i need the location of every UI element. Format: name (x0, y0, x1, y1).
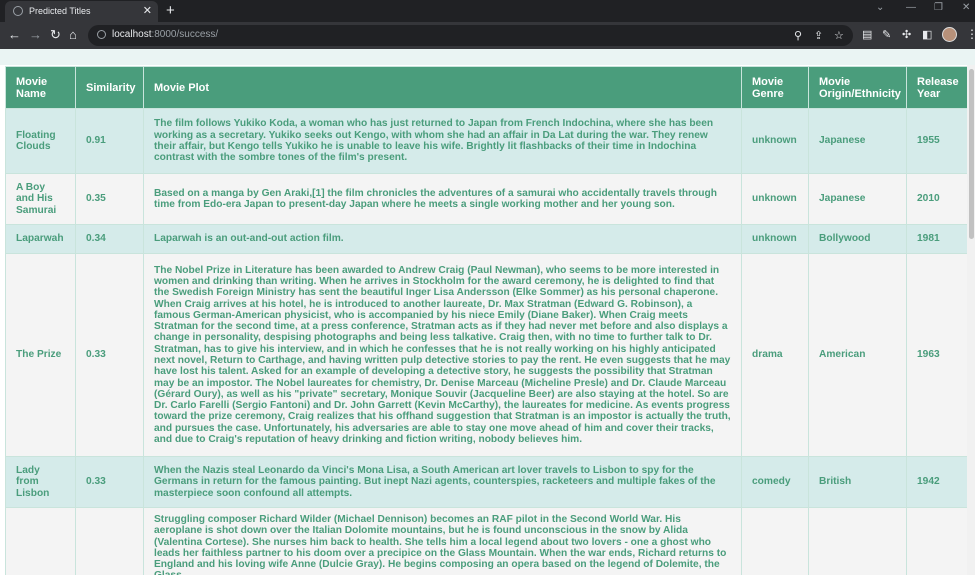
cell-movie-plot: Based on a manga by Gen Araki,[1] the fi… (143, 173, 742, 225)
page-content: Movie Name Similarity Movie Plot Movie G… (0, 49, 975, 575)
cell-release-year: 1963 (906, 253, 968, 457)
side-panel-icon[interactable]: ◧ (922, 28, 932, 41)
cell-movie-name (5, 507, 76, 575)
zoom-icon[interactable]: ⚲ (794, 29, 802, 42)
table-row: A Boy and His Samurai 0.35 Based on a ma… (5, 173, 968, 225)
cell-release-year: 1955 (906, 108, 968, 174)
extensions-puzzle-icon[interactable]: ✣ (902, 28, 911, 41)
share-icon[interactable]: ⇪ (814, 29, 823, 42)
tab-title: Predicted Titles (29, 6, 91, 16)
bookmark-star-icon[interactable]: ☆ (834, 29, 844, 42)
cell-similarity: 0.34 (75, 224, 144, 254)
site-info-icon[interactable] (97, 30, 106, 39)
browser-tab-bar: Predicted Titles ✕ + ⌄ — ❐ ✕ (0, 0, 975, 22)
chevron-down-icon[interactable]: ⌄ (876, 2, 884, 13)
cell-movie-genre: unknown (741, 108, 809, 174)
cell-release-year: 1981 (906, 224, 968, 254)
browser-toolbar: ← → ↻ ⌂ localhost:8000/success/ ⚲ ⇪ ☆ ▤ … (0, 22, 975, 49)
cell-movie-name: A Boy and His Samurai (5, 173, 76, 225)
table-row: Floating Clouds 0.91 The film follows Yu… (5, 108, 968, 174)
cell-movie-genre (741, 507, 809, 575)
cell-movie-origin (808, 507, 907, 575)
cell-release-year: 2010 (906, 173, 968, 225)
minimize-icon[interactable]: — (906, 2, 916, 13)
header-movie-plot: Movie Plot (143, 66, 742, 109)
cell-movie-genre: drama (741, 253, 809, 457)
page-scrollbar-thumb[interactable] (969, 69, 974, 239)
cell-movie-origin: American (808, 253, 907, 457)
reload-icon[interactable]: ↻ (50, 27, 61, 43)
reading-list-icon[interactable]: ▤ (862, 28, 872, 41)
cell-movie-plot: The film follows Yukiko Koda, a woman wh… (143, 108, 742, 174)
cell-movie-name: Laparwah (5, 224, 76, 254)
cell-movie-origin: Japanese (808, 173, 907, 225)
table-row: Lady from Lisbon 0.33 When the Nazis ste… (5, 456, 968, 508)
predicted-titles-table: Movie Name Similarity Movie Plot Movie G… (5, 66, 968, 575)
header-movie-name: Movie Name (5, 66, 76, 109)
cell-release-year (906, 507, 968, 575)
cell-release-year: 1942 (906, 456, 968, 508)
header-similarity: Similarity (75, 66, 144, 109)
cell-similarity: 0.91 (75, 108, 144, 174)
home-icon[interactable]: ⌂ (69, 27, 77, 43)
cell-movie-name: Floating Clouds (5, 108, 76, 174)
globe-icon (13, 6, 23, 16)
cell-movie-origin: British (808, 456, 907, 508)
cell-movie-plot: Struggling composer Richard Wilder (Mich… (143, 507, 742, 575)
table-row: Struggling composer Richard Wilder (Mich… (5, 507, 968, 575)
menu-kebab-icon[interactable]: ⋮ (966, 27, 975, 41)
cell-movie-name: Lady from Lisbon (5, 456, 76, 508)
page-top-strip (0, 49, 975, 65)
url-path: :8000/success/ (151, 29, 219, 40)
table-header-row: Movie Name Similarity Movie Plot Movie G… (5, 66, 968, 109)
cell-similarity: 0.33 (75, 253, 144, 457)
url-text[interactable]: localhost:8000/success/ (112, 29, 218, 40)
back-icon[interactable]: ← (8, 27, 21, 43)
table-row: Laparwah 0.34 Laparwah is an out-and-out… (5, 224, 968, 254)
cell-movie-plot: The Nobel Prize in Literature has been a… (143, 253, 742, 457)
restore-icon[interactable]: ❐ (934, 2, 943, 13)
cell-movie-name: The Prize (5, 253, 76, 457)
header-release-year: Release Year (906, 66, 968, 109)
browser-tab[interactable]: Predicted Titles ✕ (5, 1, 158, 22)
header-movie-genre: Movie Genre (741, 66, 809, 109)
profile-avatar[interactable] (942, 27, 957, 42)
cell-similarity: 0.35 (75, 173, 144, 225)
cell-movie-genre: unknown (741, 173, 809, 225)
close-tab-icon[interactable]: ✕ (143, 4, 152, 17)
close-window-icon[interactable]: ✕ (962, 2, 970, 13)
address-bar[interactable]: localhost:8000/success/ ⚲ ⇪ ☆ (88, 25, 853, 46)
table-row: The Prize 0.33 The Nobel Prize in Litera… (5, 253, 968, 457)
cell-similarity: 0.33 (75, 456, 144, 508)
cell-movie-genre: unknown (741, 224, 809, 254)
cell-movie-origin: Bollywood (808, 224, 907, 254)
cell-movie-plot: When the Nazis steal Leonardo da Vinci's… (143, 456, 742, 508)
forward-icon[interactable]: → (29, 27, 42, 43)
cell-movie-plot: Laparwah is an out-and-out action film. (143, 224, 742, 254)
cell-movie-genre: comedy (741, 456, 809, 508)
header-movie-origin: Movie Origin/Ethnicity (808, 66, 907, 109)
url-host: localhost (112, 29, 152, 40)
pen-extension-icon[interactable]: ✎ (882, 28, 891, 41)
cell-movie-origin: Japanese (808, 108, 907, 174)
cell-similarity (75, 507, 144, 575)
new-tab-icon[interactable]: + (166, 2, 175, 19)
